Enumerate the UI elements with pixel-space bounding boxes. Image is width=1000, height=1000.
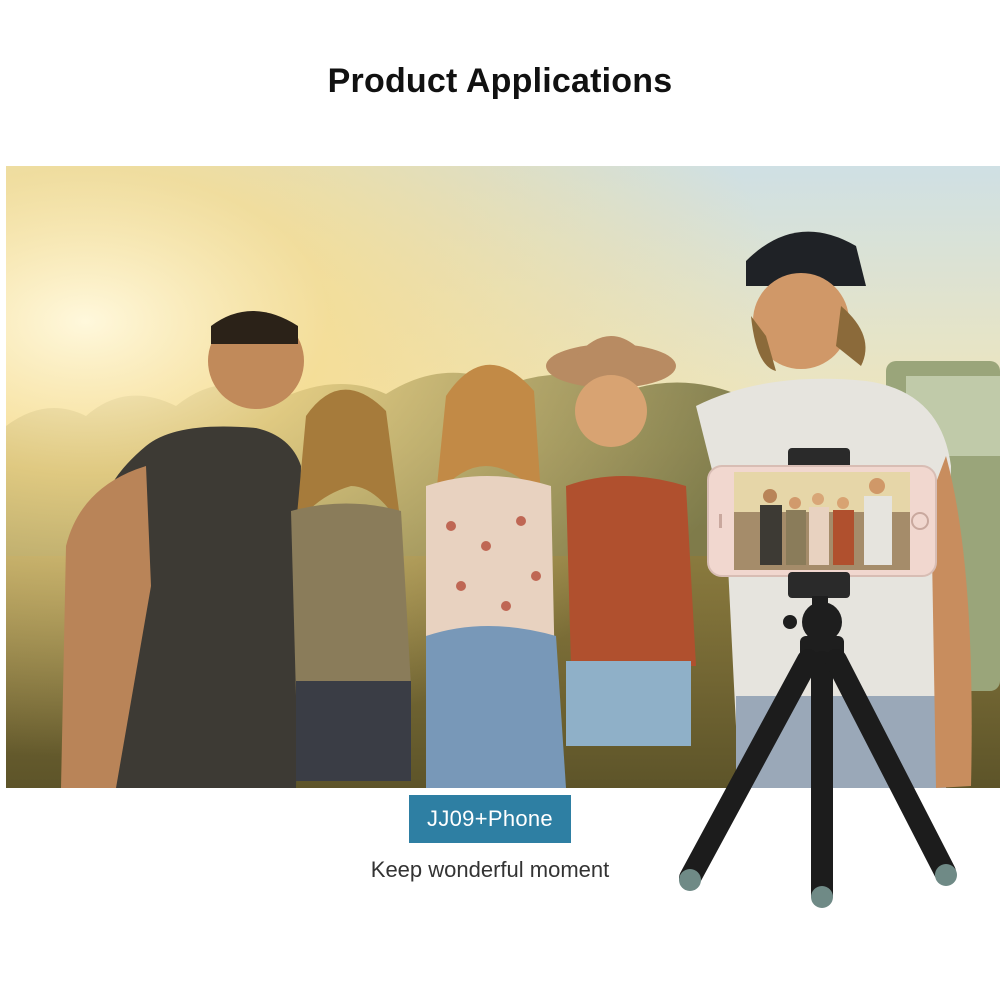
product-caption: Keep wonderful moment	[370, 857, 610, 882]
product-badge: JJ09+Phone	[409, 795, 571, 843]
page-title: Product Applications	[327, 62, 673, 100]
group-photo	[6, 166, 1000, 788]
